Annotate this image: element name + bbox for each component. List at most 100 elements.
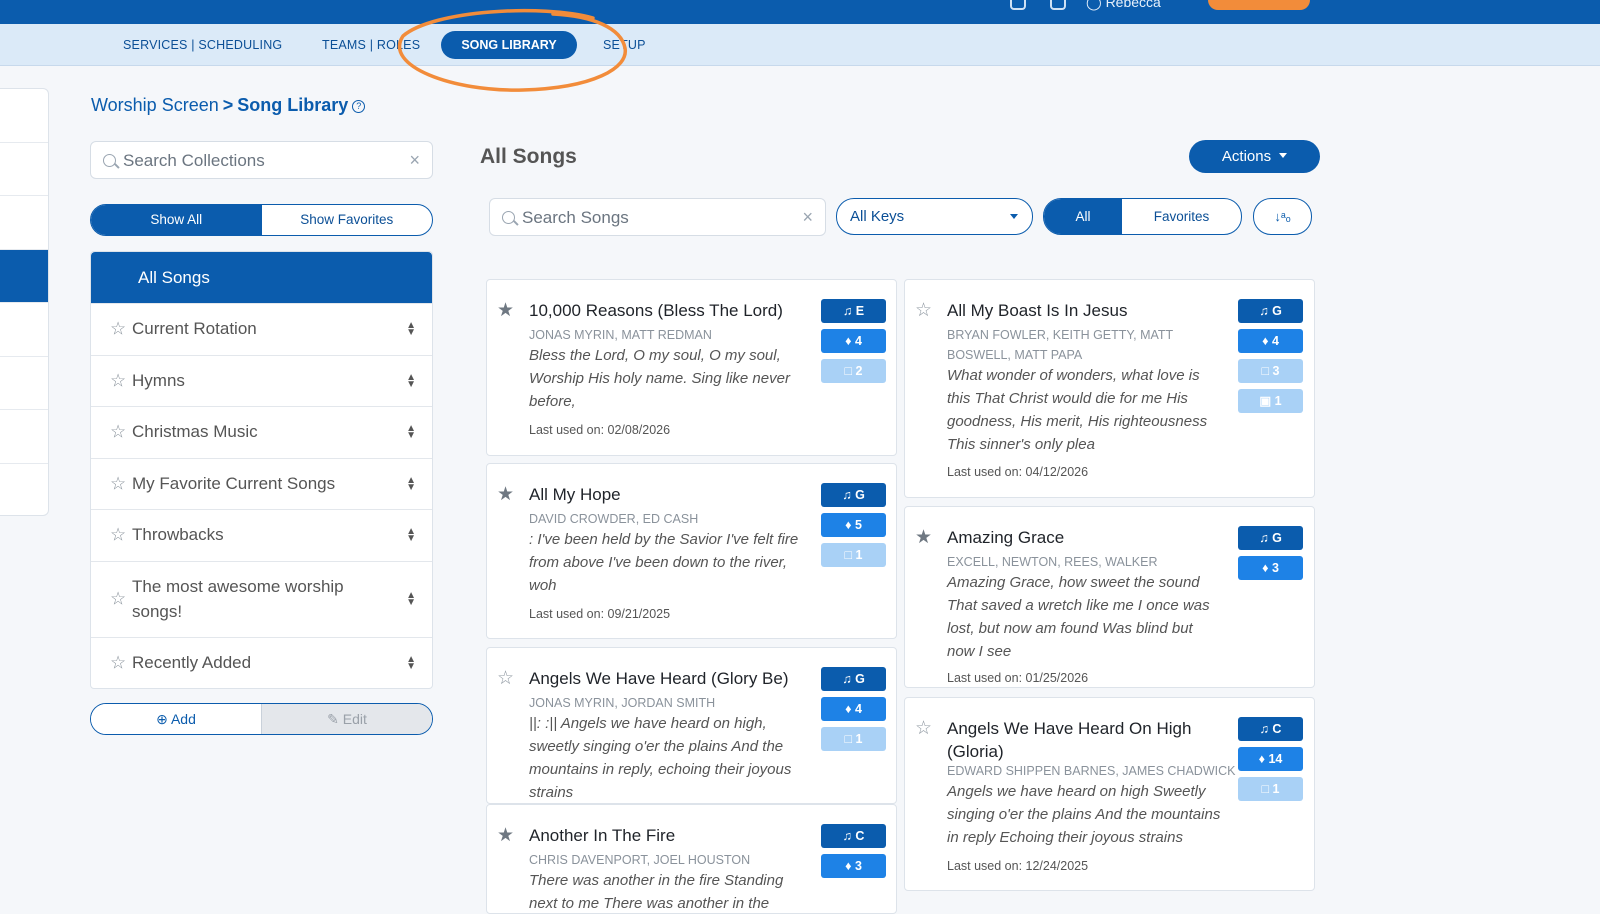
filter-all-button[interactable]: All bbox=[1044, 199, 1122, 234]
collection-item[interactable]: ☆ Throwbacks ▲ ▼ bbox=[91, 509, 432, 561]
edit-collection-button[interactable]: ✎ Edit bbox=[261, 704, 432, 734]
tags-badge[interactable]: ♦ 4 bbox=[1238, 329, 1303, 353]
drag-sort-icon[interactable]: ▲ ▼ bbox=[406, 475, 416, 492]
tags-count: 4 bbox=[1271, 334, 1279, 348]
song-card[interactable]: ★ Amazing Grace EXCELL, NEWTON, REES, WA… bbox=[904, 506, 1315, 688]
sidebar-item[interactable] bbox=[0, 196, 48, 250]
files-badge[interactable]: □ 3 bbox=[1238, 359, 1303, 383]
files-badge[interactable]: □ 1 bbox=[821, 543, 886, 567]
star-filled-icon[interactable]: ★ bbox=[497, 824, 514, 847]
song-lyrics: ||: :|| Angels we have heard on high, sw… bbox=[529, 715, 792, 801]
song-authors: JONAS MYRIN, MATT REDMAN bbox=[529, 328, 712, 342]
collections-filter-toggle: Show All Show Favorites bbox=[90, 204, 433, 236]
song-card[interactable]: ☆ Angels We Have Heard (Glory Be) JONAS … bbox=[486, 647, 897, 804]
user-menu[interactable]: ◯ Rebecca bbox=[1086, 0, 1161, 11]
collections-search-input[interactable]: Search Collections × bbox=[90, 141, 433, 179]
star-filled-icon[interactable]: ★ bbox=[497, 299, 514, 322]
collection-item[interactable]: ☆ Hymns ▲ ▼ bbox=[91, 354, 432, 407]
sidebar-item[interactable] bbox=[0, 89, 48, 143]
songs-search-input[interactable]: Search Songs × bbox=[489, 198, 826, 236]
song-title[interactable]: Angels We Have Heard (Glory Be) bbox=[529, 667, 814, 690]
files-badge[interactable]: □ 2 bbox=[821, 359, 886, 383]
tags-badge[interactable]: ♦ 5 bbox=[821, 513, 886, 537]
tags-badge[interactable]: ♦ 4 bbox=[821, 697, 886, 721]
collection-item[interactable]: ☆ Recently Added ▲ ▼ bbox=[91, 636, 432, 689]
clear-icon[interactable]: × bbox=[802, 207, 813, 228]
tags-badge[interactable]: ♦ 3 bbox=[821, 854, 886, 878]
song-card[interactable]: ★ All My Hope DAVID CROWDER, ED CASH : I… bbox=[486, 463, 897, 639]
star-outline-icon[interactable]: ☆ bbox=[110, 652, 126, 673]
sidebar-item[interactable] bbox=[0, 464, 48, 518]
actions-dropdown-button[interactable]: Actions bbox=[1189, 140, 1320, 173]
star-outline-icon[interactable]: ☆ bbox=[110, 473, 126, 494]
star-outline-icon[interactable]: ☆ bbox=[915, 717, 932, 740]
keys-filter-select[interactable]: All Keys bbox=[836, 198, 1033, 235]
sort-button[interactable]: ↓ᵃₒ bbox=[1253, 198, 1312, 235]
filter-favorites-button[interactable]: Favorites bbox=[1122, 199, 1241, 234]
breadcrumb-root[interactable]: Worship Screen bbox=[91, 95, 219, 115]
images-badge[interactable]: ▣ 1 bbox=[1238, 389, 1303, 413]
song-title[interactable]: 10,000 Reasons (Bless The Lord) bbox=[529, 299, 814, 322]
tags-badge[interactable]: ♦ 3 bbox=[1238, 556, 1303, 580]
drag-sort-icon[interactable]: ▲ ▼ bbox=[406, 321, 416, 338]
drag-sort-icon[interactable]: ▲ ▼ bbox=[406, 372, 416, 389]
collection-all-songs[interactable]: All Songs bbox=[91, 252, 432, 303]
star-outline-icon[interactable]: ☆ bbox=[110, 370, 126, 391]
song-title[interactable]: Angels We Have Heard On High (Gloria) bbox=[947, 717, 1217, 763]
collection-item[interactable]: ☆ Current Rotation ▲ ▼ bbox=[91, 303, 432, 355]
star-outline-icon[interactable]: ☆ bbox=[110, 525, 126, 546]
nav-services-scheduling[interactable]: SERVICES | SCHEDULING bbox=[123, 38, 282, 52]
show-favorites-button[interactable]: Show Favorites bbox=[262, 205, 433, 235]
key-badge[interactable]: ♫ G bbox=[821, 667, 886, 691]
bell-icon[interactable] bbox=[1050, 0, 1066, 10]
star-outline-icon[interactable]: ☆ bbox=[497, 667, 514, 690]
sort-az-icon: ↓ᵃₒ bbox=[1274, 209, 1291, 224]
help-icon[interactable]: ? bbox=[352, 100, 366, 113]
song-card[interactable]: ★ Another In The Fire CHRIS DAVENPORT, J… bbox=[486, 804, 897, 914]
collection-item[interactable]: ☆ My Favorite Current Songs ▲ ▼ bbox=[91, 457, 432, 510]
drag-sort-icon[interactable]: ▲ ▼ bbox=[406, 527, 416, 544]
sidebar-item[interactable] bbox=[0, 143, 48, 196]
key-badge[interactable]: ♫ G bbox=[1238, 299, 1303, 323]
star-outline-icon[interactable]: ☆ bbox=[110, 587, 126, 612]
drag-sort-icon[interactable]: ▲ ▼ bbox=[406, 591, 416, 608]
edit-icon: ✎ bbox=[327, 711, 339, 727]
collection-label: Hymns bbox=[132, 370, 185, 390]
song-title[interactable]: Another In The Fire bbox=[529, 824, 814, 847]
star-filled-icon[interactable]: ★ bbox=[497, 483, 514, 506]
files-badge[interactable]: □ 1 bbox=[1238, 777, 1303, 801]
sidebar-item[interactable] bbox=[0, 303, 48, 357]
tags-badge[interactable]: ♦ 14 bbox=[1238, 747, 1303, 771]
document-icon[interactable] bbox=[1010, 0, 1026, 10]
sidebar-item-active[interactable] bbox=[0, 249, 48, 303]
help-button[interactable] bbox=[1208, 0, 1310, 10]
files-badge[interactable]: □ 1 bbox=[821, 727, 886, 751]
song-card[interactable]: ☆ All My Boast Is In Jesus BRYAN FOWLER,… bbox=[904, 279, 1315, 498]
tags-count: 3 bbox=[1271, 561, 1279, 575]
song-card[interactable]: ☆ Angels We Have Heard On High (Gloria) … bbox=[904, 697, 1315, 891]
sidebar-item[interactable] bbox=[0, 357, 48, 410]
key-badge[interactable]: ♫ G bbox=[821, 483, 886, 507]
star-filled-icon[interactable]: ★ bbox=[915, 526, 932, 549]
show-all-button[interactable]: Show All bbox=[91, 205, 262, 235]
collection-item[interactable]: ☆ The most awesome worship songs! ▲ ▼ bbox=[91, 560, 432, 637]
clear-icon[interactable]: × bbox=[409, 150, 420, 171]
sidebar-item[interactable] bbox=[0, 410, 48, 464]
key-badge[interactable]: ♫ C bbox=[1238, 717, 1303, 741]
key-badge[interactable]: ♫ G bbox=[1238, 526, 1303, 550]
star-outline-icon[interactable]: ☆ bbox=[110, 422, 126, 443]
star-outline-icon[interactable]: ☆ bbox=[915, 299, 932, 322]
song-title[interactable]: Amazing Grace bbox=[947, 526, 1232, 549]
add-collection-button[interactable]: ⊕ Add bbox=[91, 704, 261, 734]
song-title[interactable]: All My Boast Is In Jesus bbox=[947, 299, 1232, 322]
collection-item[interactable]: ☆ Christmas Music ▲ ▼ bbox=[91, 406, 432, 458]
drag-sort-icon[interactable]: ▲ ▼ bbox=[406, 654, 416, 671]
drag-sort-icon[interactable]: ▲ ▼ bbox=[406, 424, 416, 441]
star-outline-icon[interactable]: ☆ bbox=[110, 319, 126, 340]
key-badge[interactable]: ♫ E bbox=[821, 299, 886, 323]
key-badge[interactable]: ♫ C bbox=[821, 824, 886, 848]
song-title[interactable]: All My Hope bbox=[529, 483, 814, 506]
song-authors: CHRIS DAVENPORT, JOEL HOUSTON bbox=[529, 853, 751, 867]
song-card[interactable]: ★ 10,000 Reasons (Bless The Lord) JONAS … bbox=[486, 279, 897, 456]
tags-badge[interactable]: ♦ 4 bbox=[821, 329, 886, 353]
